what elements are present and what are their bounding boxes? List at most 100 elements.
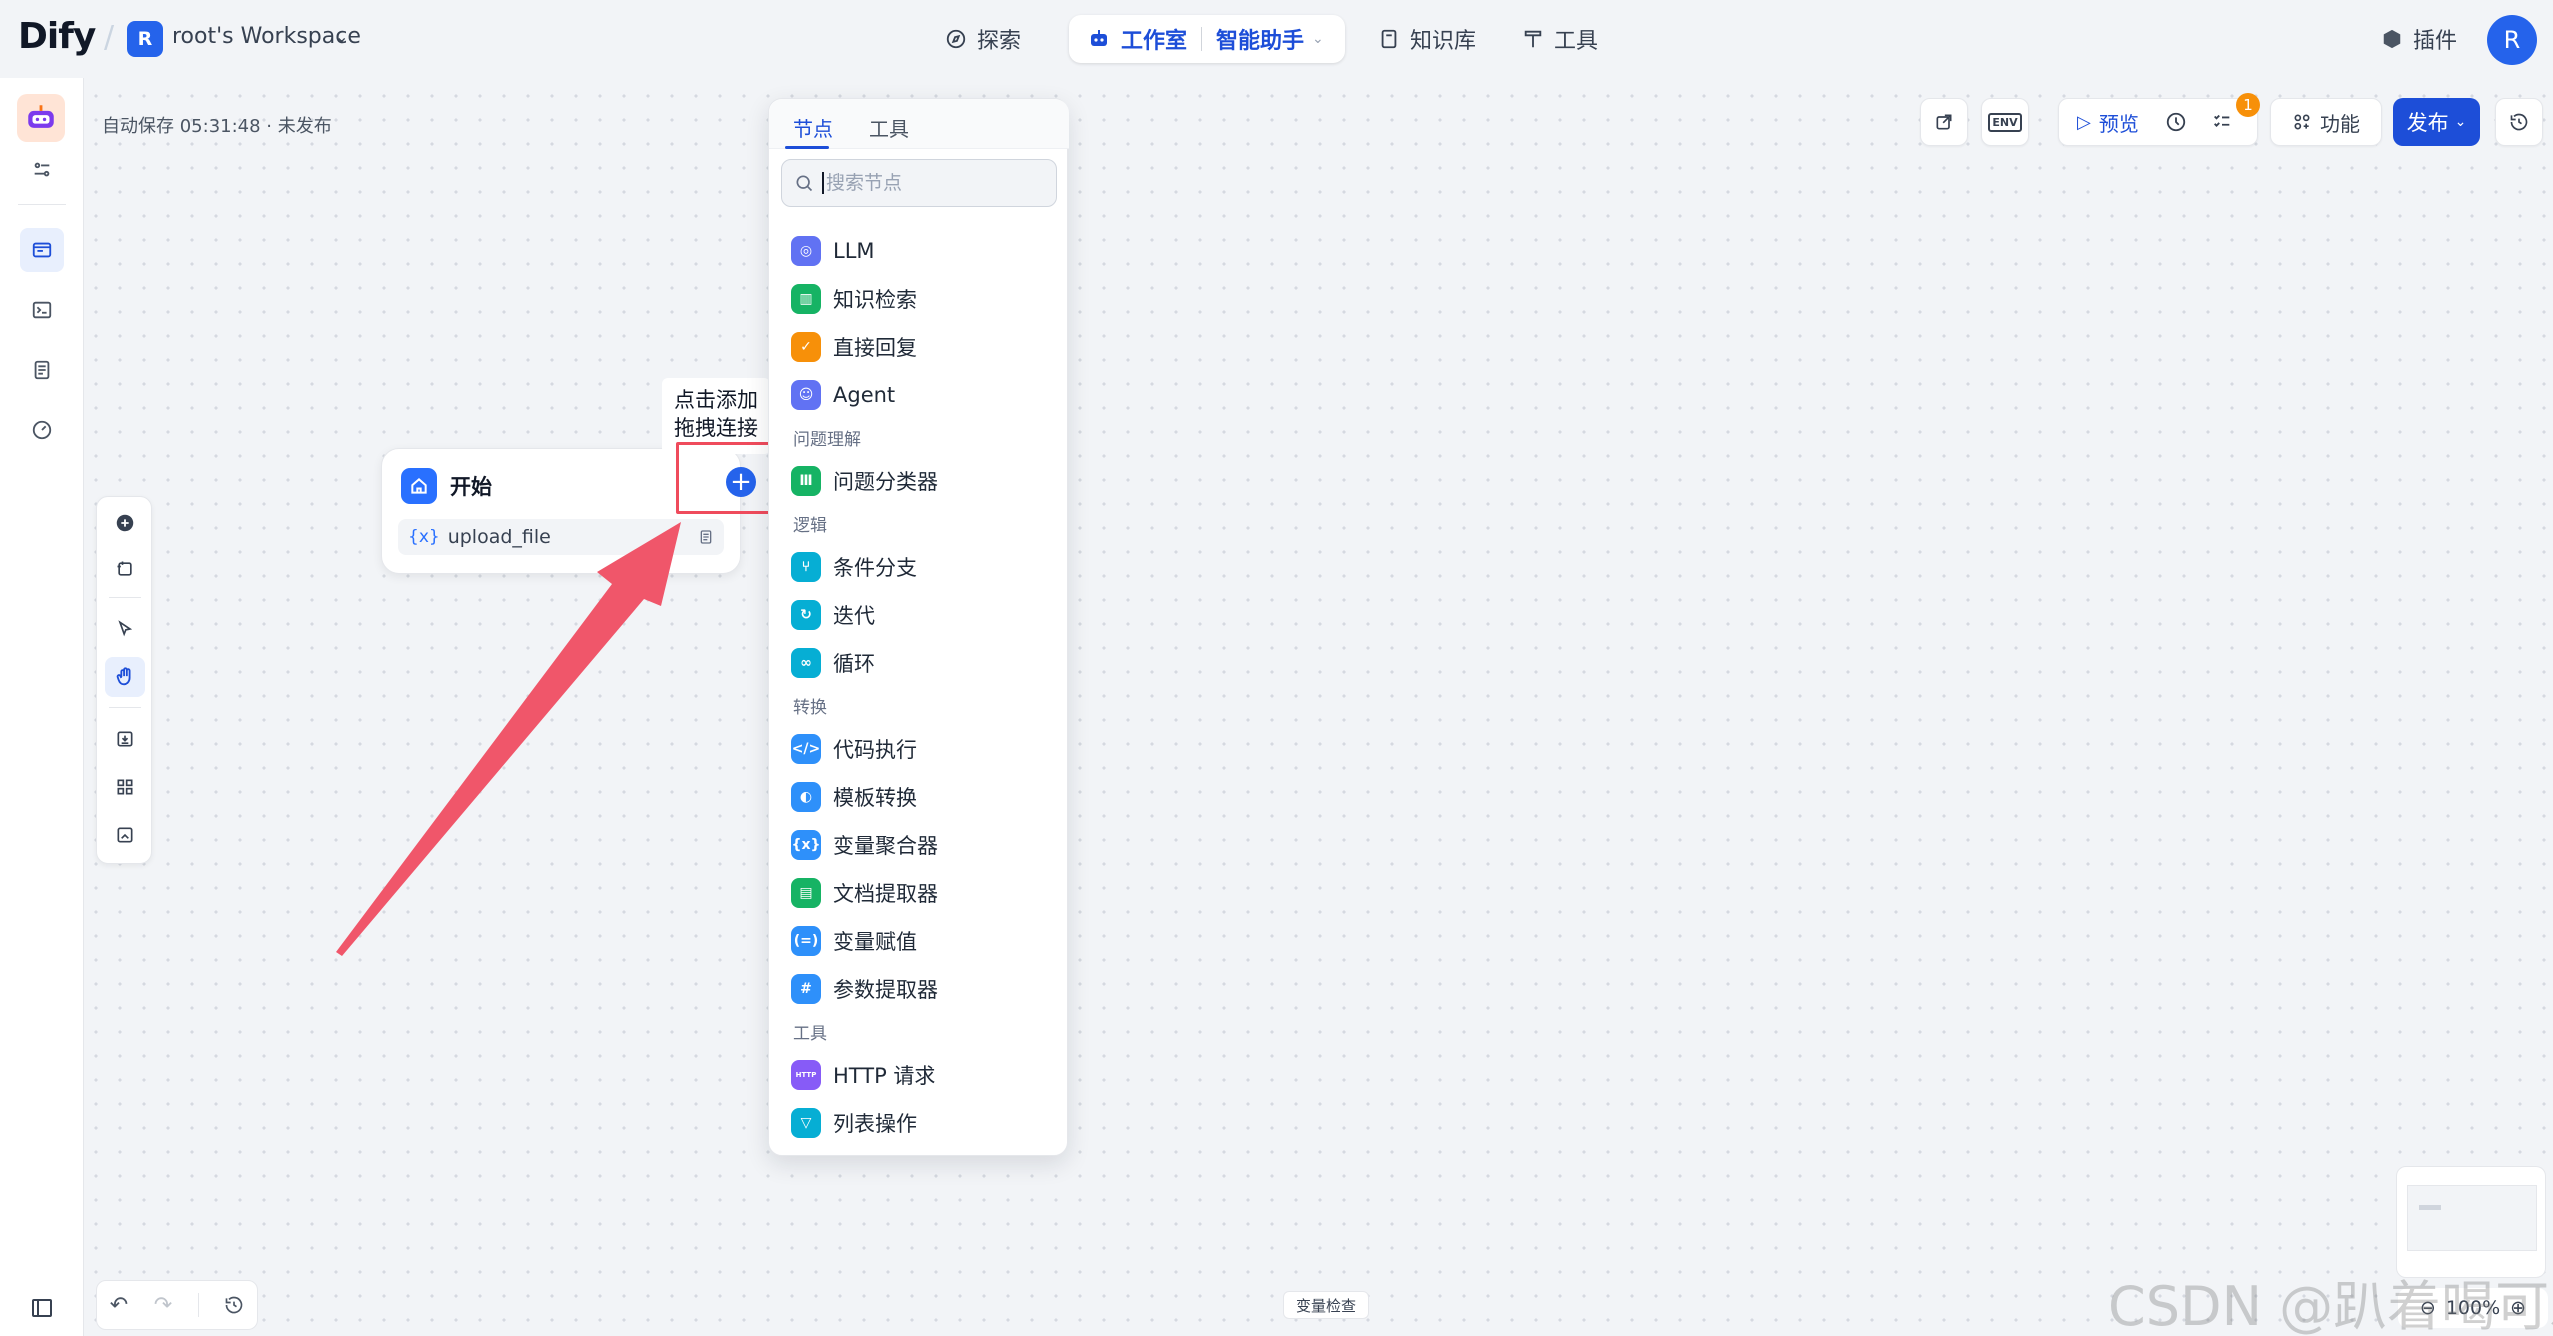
node-item-iteration[interactable]: ↻ 迭代 — [791, 597, 875, 633]
undo-icon[interactable]: ↶ — [110, 1293, 128, 1318]
node-item-http-request[interactable]: HTTP HTTP 请求 — [791, 1057, 935, 1093]
publish-label: 发布 — [2406, 111, 2449, 135]
nav-tools[interactable]: 工具 — [1522, 20, 1598, 58]
publish-button[interactable]: 发布 ⌄ — [2393, 98, 2480, 146]
node-item-label: 条件分支 — [833, 556, 917, 580]
terminal-icon — [32, 301, 52, 319]
agent-icon: ☺ — [791, 380, 821, 410]
node-item-llm[interactable]: ◎ LLM — [791, 233, 875, 269]
env-button[interactable]: ENV — [1981, 98, 2029, 146]
node-item-code[interactable]: </> 代码执行 — [791, 731, 917, 767]
node-item-label: 参数提取器 — [833, 978, 938, 1002]
workspace-avatar[interactable]: R — [127, 21, 163, 57]
chevron-down-icon[interactable]: ⌄ — [335, 27, 348, 46]
version-history-button[interactable] — [2495, 98, 2543, 146]
node-item-label: 文档提取器 — [833, 882, 938, 906]
document-icon — [34, 360, 50, 380]
app-icon[interactable] — [17, 94, 65, 142]
collapse-sidebar-button[interactable] — [20, 1286, 64, 1330]
file-type-icon — [700, 530, 712, 544]
node-item-list-operator[interactable]: ▽ 列表操作 — [791, 1105, 917, 1141]
node-item-label: 知识检索 — [833, 288, 917, 312]
start-variable-row[interactable]: {x} upload_file — [398, 519, 724, 555]
assigner-icon: (=) — [791, 926, 821, 956]
sidebar-toggle-icon — [32, 1299, 52, 1317]
node-item-label: HTTP 请求 — [833, 1064, 936, 1088]
book-icon — [1381, 29, 1397, 49]
node-item-label: 问题分类器 — [833, 470, 938, 494]
nav-knowledge[interactable]: 知识库 — [1378, 20, 1476, 58]
nav-plugins[interactable]: 插件 — [2381, 20, 2457, 58]
node-item-doc-extractor[interactable]: ▤ 文档提取器 — [791, 875, 938, 911]
watermark: CSDN @趴着喝可乐 — [2108, 1275, 2553, 1336]
run-history-icon[interactable] — [2165, 111, 2187, 133]
grid-plus-icon — [2294, 114, 2310, 130]
features-button[interactable]: 功能 — [2270, 98, 2382, 146]
toolbar-divider — [109, 707, 141, 708]
redo-icon[interactable]: ↷ — [154, 1293, 172, 1318]
minimap-toggle-button[interactable] — [105, 815, 145, 855]
robot-icon — [28, 105, 54, 128]
nav-explore-label: 探索 — [977, 29, 1022, 54]
top-navigation: Dify / R root's Workspace ⌄ 探索 工作室 智能助手 … — [0, 0, 2553, 78]
features-label: 功能 — [2320, 111, 2360, 136]
variable-aggregator-icon: {x} — [791, 830, 821, 860]
node-item-variable-aggregator[interactable]: {x} 变量聚合器 — [791, 827, 938, 863]
node-item-answer[interactable]: ✓ 直接回复 — [791, 329, 917, 365]
sliders-icon — [34, 162, 50, 177]
user-avatar[interactable]: R — [2487, 15, 2537, 65]
add-note-button[interactable] — [105, 549, 145, 589]
http-icon: HTTP — [791, 1060, 821, 1090]
node-search[interactable] — [781, 159, 1057, 207]
sidebar-item-monitoring[interactable] — [20, 408, 64, 452]
node-item-assigner[interactable]: (=) 变量赋值 — [791, 923, 917, 959]
checklist-icon[interactable] — [2211, 111, 2233, 133]
nav-explore[interactable]: 探索 — [945, 20, 1021, 58]
organize-nodes-button[interactable] — [105, 767, 145, 807]
plus-circle-icon — [116, 514, 134, 532]
code-icon: </> — [791, 734, 821, 764]
window-icon — [32, 242, 52, 258]
variable-inspect-button[interactable]: 变量检查 — [1283, 1291, 1369, 1319]
history-icon[interactable] — [224, 1295, 244, 1315]
sidebar-item-logs[interactable] — [20, 348, 64, 392]
canvas-toolbar — [96, 496, 152, 864]
tab-nodes[interactable]: 节点 — [793, 113, 833, 142]
current-app-name[interactable]: 智能助手 — [1216, 23, 1304, 55]
nav-studio-label: 工作室 — [1121, 29, 1188, 54]
chevron-down-icon[interactable]: ⌄ — [1312, 31, 1324, 47]
tab-tools[interactable]: 工具 — [869, 113, 909, 142]
node-item-label: 模板转换 — [833, 786, 917, 810]
preview-button[interactable]: 预览 — [2099, 108, 2139, 137]
node-item-agent[interactable]: ☺ Agent — [791, 377, 895, 413]
tooltip-line-1: 点击添加 — [674, 388, 758, 412]
sidebar-item-api[interactable] — [20, 288, 64, 332]
add-node-button[interactable] — [105, 503, 145, 543]
workspace-name[interactable]: root's Workspace — [172, 24, 361, 49]
open-in-new-button[interactable] — [1920, 98, 1968, 146]
workflow-canvas[interactable] — [84, 84, 2553, 1336]
play-icon[interactable]: ▷ — [2077, 112, 2091, 133]
export-image-button[interactable] — [105, 719, 145, 759]
node-item-question-classifier[interactable]: Ⅲ 问题分类器 — [791, 463, 938, 499]
node-item-template[interactable]: ◐ 模板转换 — [791, 779, 917, 815]
nav-studio[interactable]: 工作室 智能助手 ⌄ — [1069, 15, 1345, 63]
iteration-icon: ↻ — [791, 600, 821, 630]
node-item-parameter-extractor[interactable]: # 参数提取器 — [791, 971, 938, 1007]
dify-logo[interactable]: Dify — [18, 16, 96, 57]
node-search-input[interactable] — [822, 172, 1042, 194]
list-operator-icon: ▽ — [791, 1108, 821, 1138]
node-item-if-else[interactable]: ⑂ 条件分支 — [791, 549, 917, 585]
pointer-mode-button[interactable] — [105, 609, 145, 649]
node-item-knowledge-retrieval[interactable]: ▥ 知识检索 — [791, 281, 917, 317]
image-download-icon — [117, 731, 133, 747]
node-item-label: 直接回复 — [833, 336, 917, 360]
node-item-label: 变量赋值 — [833, 930, 917, 954]
sidebar-item-orchestrate[interactable] — [20, 228, 64, 272]
node-item-loop[interactable]: ∞ 循环 — [791, 645, 875, 681]
node-item-label: 变量聚合器 — [833, 834, 938, 858]
group-tools: 工具 — [793, 1024, 827, 1044]
home-icon — [401, 468, 437, 504]
hand-mode-button[interactable] — [105, 657, 145, 697]
app-settings-button[interactable] — [20, 148, 64, 192]
